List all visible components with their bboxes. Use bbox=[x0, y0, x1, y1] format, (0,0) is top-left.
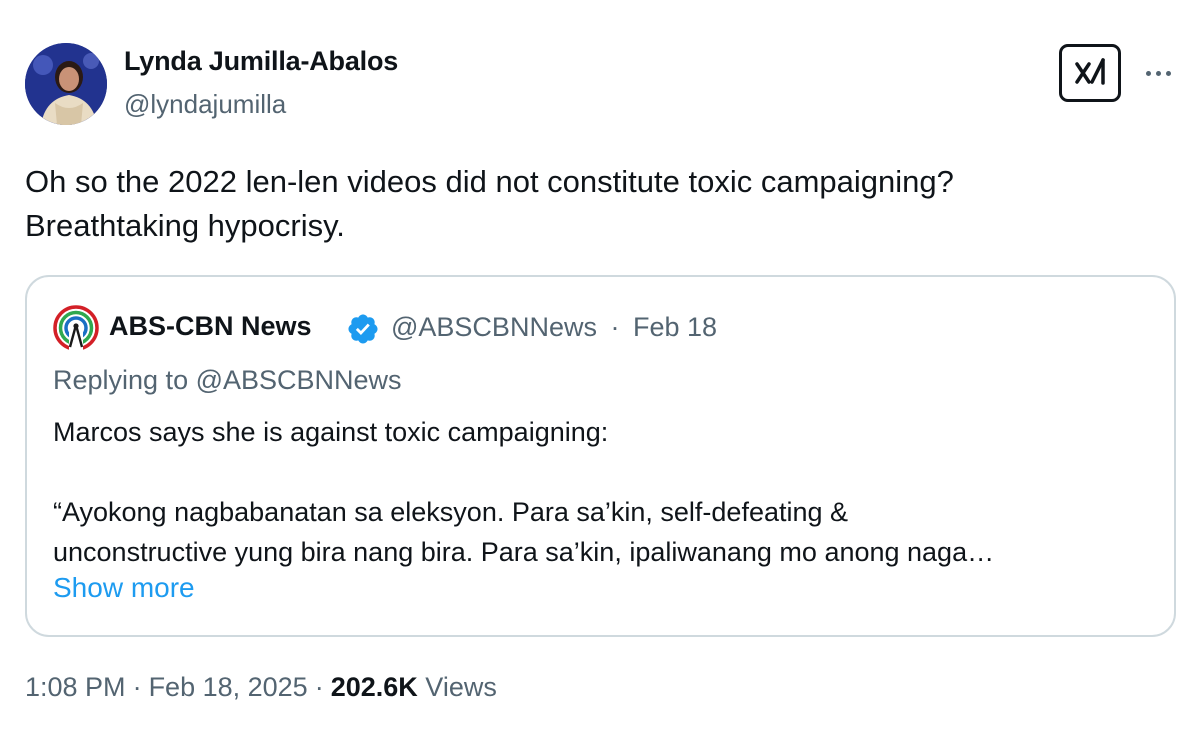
author-handle[interactable]: @lyndajumilla bbox=[124, 89, 286, 120]
tweet-time[interactable]: 1:08 PM bbox=[25, 672, 126, 702]
footer-separator-1: · bbox=[132, 672, 142, 702]
abs-cbn-logo-icon bbox=[53, 305, 99, 351]
verified-badge-icon bbox=[348, 314, 378, 344]
grok-button[interactable] bbox=[1059, 44, 1121, 102]
views-count[interactable]: 202.6K bbox=[331, 672, 418, 702]
tweet-text-line-1: Oh so the 2022 len-len videos did not co… bbox=[25, 164, 954, 199]
tweet-footer: 1:08 PM · Feb 18, 2025 · 202.6K Views bbox=[25, 672, 497, 703]
quoted-tweet-card[interactable]: ABS-CBN News @ABSCBNNews · Feb 18 Replyi… bbox=[25, 275, 1176, 637]
quoted-text-line-1: Marcos says she is against toxic campaig… bbox=[53, 417, 609, 447]
tweet-text: Oh so the 2022 len-len videos did not co… bbox=[25, 160, 1165, 248]
quoted-author-handle[interactable]: @ABSCBNNews bbox=[391, 312, 597, 342]
tweet-date[interactable]: Feb 18, 2025 bbox=[149, 672, 308, 702]
tweet-container: Lynda Jumilla-Abalos @lyndajumilla Oh so… bbox=[0, 0, 1200, 742]
more-icon bbox=[1143, 70, 1173, 76]
quoted-tweet-text: Marcos says she is against toxic campaig… bbox=[53, 412, 1153, 572]
more-options-button[interactable] bbox=[1138, 58, 1178, 88]
meta-separator: · bbox=[610, 312, 620, 342]
tweet-text-line-2: Breathtaking hypocrisy. bbox=[25, 208, 345, 243]
author-name[interactable]: Lynda Jumilla-Abalos bbox=[124, 46, 398, 77]
quoted-date[interactable]: Feb 18 bbox=[633, 312, 717, 342]
quoted-text-line-3: unconstructive yung bira nang bira. Para… bbox=[53, 537, 995, 567]
quoted-author-name[interactable]: ABS-CBN News bbox=[109, 311, 312, 342]
quoted-text-line-2: “Ayokong nagbabanatan sa eleksyon. Para … bbox=[53, 497, 849, 527]
grok-icon bbox=[1075, 58, 1105, 85]
quoted-meta: @ABSCBNNews · Feb 18 bbox=[391, 312, 717, 343]
show-more-link[interactable]: Show more bbox=[53, 572, 195, 604]
replying-to: Replying to @ABSCBNNews bbox=[53, 365, 402, 395]
views-label: Views bbox=[425, 672, 497, 702]
footer-separator-2: · bbox=[314, 672, 324, 702]
author-avatar[interactable] bbox=[25, 43, 107, 125]
